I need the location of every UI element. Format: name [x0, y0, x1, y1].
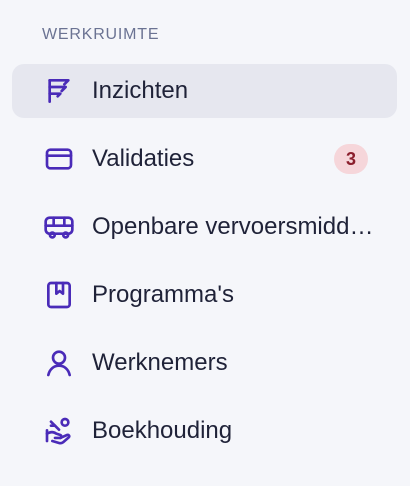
- sidebar-item-programmas[interactable]: Programma's: [12, 268, 397, 322]
- user-icon: [42, 346, 76, 380]
- sidebar-item-inzichten[interactable]: Inzichten: [12, 64, 397, 118]
- bookmark-book-icon: [42, 278, 76, 312]
- sidebar-item-werknemers[interactable]: Werknemers: [12, 336, 397, 390]
- bus-icon: [42, 210, 76, 244]
- sidebar-item-label: Inzichten: [92, 77, 189, 104]
- sidebar-item-label: Programma's: [92, 281, 234, 308]
- chart-lines-icon: [42, 74, 76, 108]
- sidebar-item-label: Werknemers: [92, 349, 228, 376]
- sidebar-item-label: Validaties: [92, 145, 195, 172]
- sidebar-item-validaties[interactable]: Validaties 3: [12, 132, 397, 186]
- hand-coins-icon: [42, 414, 76, 448]
- sidebar-item-boekhouding[interactable]: Boekhouding: [12, 404, 397, 458]
- card-icon: [42, 142, 76, 176]
- sidebar-item-label: Boekhouding: [92, 417, 233, 444]
- sidebar-item-openbare-vervoersmiddelen[interactable]: Openbare vervoersmiddelen: [12, 200, 397, 254]
- status-badge: 3: [334, 144, 368, 174]
- section-title: WERKRUIMTE: [42, 26, 160, 43]
- sidebar-item-label: Openbare vervoersmiddelen: [92, 213, 374, 240]
- sidebar-nav: Inzichten Validaties 3 Openbare vervoers…: [12, 64, 397, 472]
